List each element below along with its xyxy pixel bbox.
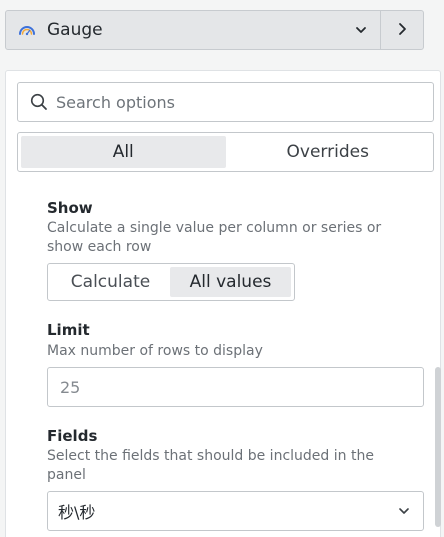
gauge-icon bbox=[16, 19, 38, 41]
show-mode-radio-group: Calculate All values bbox=[47, 263, 295, 301]
fields-select[interactable]: 秒\秒 bbox=[47, 491, 424, 531]
fields-description: Select the fields that should be include… bbox=[47, 448, 374, 483]
search-icon bbox=[29, 92, 49, 112]
tab-all[interactable]: All bbox=[21, 136, 226, 168]
chevron-down-icon bbox=[397, 504, 411, 518]
limit-field[interactable] bbox=[47, 367, 424, 407]
chevron-down-icon bbox=[354, 23, 368, 37]
collapse-options-button[interactable] bbox=[380, 10, 424, 50]
limit-input[interactable] bbox=[58, 376, 402, 398]
fields-selected-value: 秒\秒 bbox=[58, 503, 96, 522]
options-scrollbar[interactable] bbox=[435, 367, 441, 527]
show-all-values-option[interactable]: All values bbox=[170, 267, 291, 297]
show-description: Calculate a single value per column or s… bbox=[47, 220, 382, 255]
visualization-picker[interactable]: Gauge bbox=[5, 10, 381, 50]
search-input[interactable] bbox=[54, 91, 418, 113]
show-calculate-option[interactable]: Calculate bbox=[51, 267, 170, 297]
limit-label: Limit bbox=[47, 321, 90, 339]
search-options-field[interactable] bbox=[17, 82, 434, 122]
visualization-name: Gauge bbox=[47, 20, 103, 40]
panel-editor-options: Gauge All Overrides bbox=[0, 0, 444, 537]
fields-label: Fields bbox=[47, 427, 98, 445]
options-pane: All Overrides Show Calculate a single va… bbox=[5, 70, 441, 537]
limit-description: Max number of rows to display bbox=[47, 343, 263, 359]
chevron-right-icon bbox=[396, 21, 408, 40]
options-tabs: All Overrides bbox=[17, 132, 434, 172]
show-label: Show bbox=[47, 199, 93, 217]
tab-overrides[interactable]: Overrides bbox=[226, 136, 431, 168]
